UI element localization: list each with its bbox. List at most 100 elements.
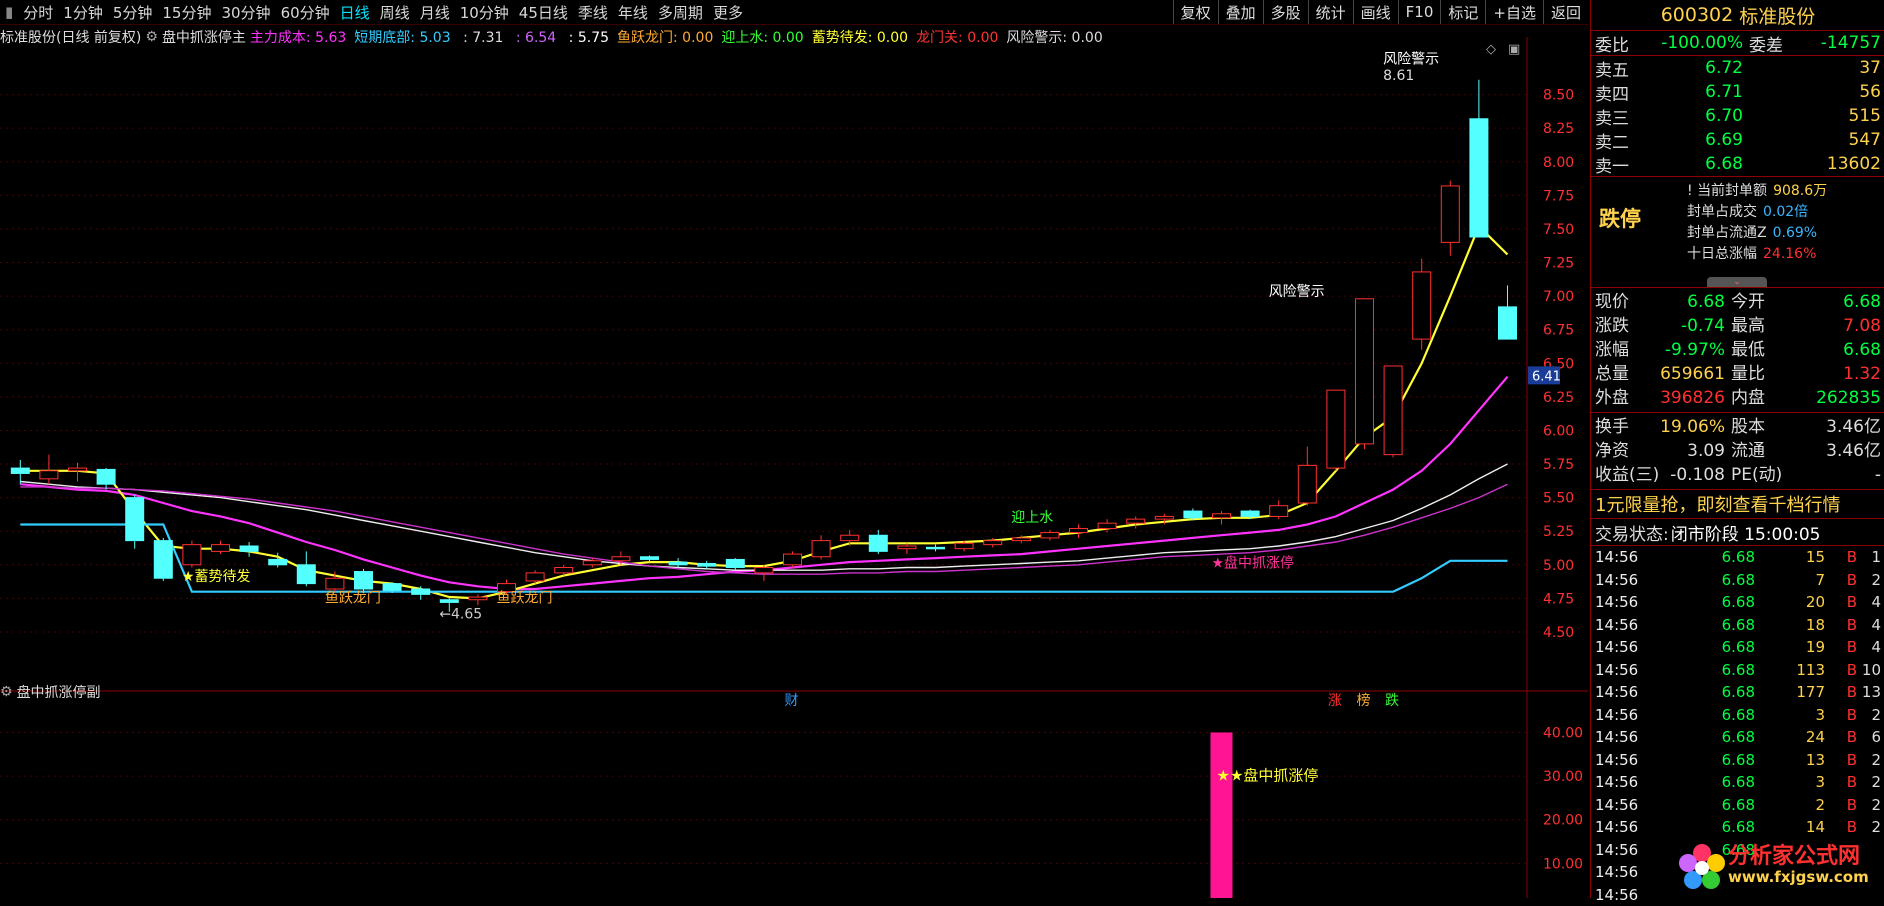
candle-body[interactable] bbox=[355, 572, 373, 589]
candle-body[interactable] bbox=[984, 541, 1002, 545]
candle-body[interactable] bbox=[69, 468, 87, 471]
event-badge[interactable]: 榜 bbox=[1357, 692, 1371, 709]
tick-time: 14:56 bbox=[1595, 661, 1685, 679]
candle-body[interactable] bbox=[1470, 119, 1488, 237]
candle-body[interactable] bbox=[469, 597, 487, 600]
timeframe-tab[interactable]: 多周期 bbox=[653, 2, 708, 23]
candle-body[interactable] bbox=[240, 546, 258, 551]
sell-level-row[interactable]: 卖五6.7237 bbox=[1591, 56, 1884, 80]
candle-body[interactable] bbox=[784, 554, 802, 565]
candle-body[interactable] bbox=[269, 559, 287, 564]
candle-body[interactable] bbox=[412, 589, 430, 594]
candle-body[interactable] bbox=[583, 561, 601, 565]
candle-body[interactable] bbox=[326, 578, 344, 589]
timeframe-tab[interactable]: 周线 bbox=[375, 2, 415, 23]
tool-button[interactable]: 标记 bbox=[1440, 0, 1485, 24]
sell-level-row[interactable]: 卖四6.7156 bbox=[1591, 80, 1884, 104]
candle-body[interactable] bbox=[1384, 366, 1402, 455]
expand-chevron-icon[interactable]: ⌄ bbox=[1707, 277, 1767, 287]
candle-body[interactable] bbox=[1155, 516, 1173, 519]
candle-body[interactable] bbox=[698, 563, 716, 566]
candle-body[interactable] bbox=[1070, 529, 1088, 533]
tick-price: 6.68 bbox=[1685, 593, 1755, 611]
candle-body[interactable] bbox=[126, 498, 144, 541]
candle-body[interactable] bbox=[1413, 272, 1431, 339]
candle-body[interactable] bbox=[1127, 519, 1145, 523]
candle-body[interactable] bbox=[383, 584, 401, 591]
tool-button[interactable]: 多股 bbox=[1263, 0, 1308, 24]
candle-body[interactable] bbox=[812, 541, 830, 557]
candle-body[interactable] bbox=[1012, 538, 1030, 541]
sell-level-row[interactable]: 卖三6.70515 bbox=[1591, 104, 1884, 128]
candle-body[interactable] bbox=[1098, 523, 1116, 528]
tick-time: 14:56 bbox=[1595, 773, 1685, 791]
candle-body[interactable] bbox=[555, 567, 573, 572]
signal-bar[interactable] bbox=[1211, 732, 1233, 898]
promo-banner[interactable]: 1元限量抢，即刻查看千档行情 bbox=[1591, 489, 1884, 518]
candle-body[interactable] bbox=[40, 471, 58, 479]
watermark-title: 分析家公式网 bbox=[1728, 847, 1869, 867]
timeframe-tab[interactable]: 更多 bbox=[708, 2, 748, 23]
candle-body[interactable] bbox=[154, 541, 172, 579]
timeframe-tab[interactable]: 季线 bbox=[573, 2, 613, 23]
tool-button[interactable]: 返回 bbox=[1543, 0, 1588, 24]
candle-body[interactable] bbox=[1441, 186, 1459, 242]
candle-body[interactable] bbox=[669, 562, 687, 565]
candle-body[interactable] bbox=[97, 469, 115, 484]
timeframe-tab[interactable]: 45日线 bbox=[514, 2, 573, 23]
candle-body[interactable] bbox=[726, 559, 744, 567]
candle-body[interactable] bbox=[212, 545, 230, 552]
candle-body[interactable] bbox=[1298, 465, 1316, 503]
candle-body[interactable] bbox=[898, 546, 916, 549]
event-badge[interactable]: 财 bbox=[785, 693, 799, 709]
candle-body[interactable] bbox=[1327, 390, 1345, 468]
timeframe-tab[interactable]: 5分钟 bbox=[108, 2, 158, 23]
quote-value: 6.68 bbox=[1775, 290, 1881, 314]
sell-level-row[interactable]: 卖一6.6813602 bbox=[1591, 152, 1884, 176]
candle-body[interactable] bbox=[927, 547, 945, 549]
diamond-icon[interactable]: ◇ bbox=[1486, 42, 1496, 57]
candle-body[interactable] bbox=[1241, 511, 1259, 516]
event-badge[interactable]: 跌 bbox=[1385, 693, 1399, 709]
candle-body[interactable] bbox=[1213, 514, 1231, 518]
tool-button[interactable]: 叠加 bbox=[1218, 0, 1263, 24]
event-badge[interactable]: 涨 bbox=[1328, 693, 1342, 709]
tool-button[interactable]: 统计 bbox=[1308, 0, 1353, 24]
timeframe-tab[interactable]: 分时 bbox=[18, 2, 58, 23]
timeframe-tab[interactable]: 年线 bbox=[613, 2, 653, 23]
timeframe-tab[interactable]: 10分钟 bbox=[455, 2, 514, 23]
timeframe-tab[interactable]: 月线 bbox=[415, 2, 455, 23]
tool-button[interactable]: +自选 bbox=[1485, 0, 1543, 24]
tick-count: 13 bbox=[1857, 683, 1881, 701]
sub-settings-icon[interactable]: ⚙ bbox=[0, 684, 13, 700]
timeframe-tab[interactable]: 30分钟 bbox=[216, 2, 275, 23]
candle-body[interactable] bbox=[526, 573, 544, 581]
candle-body[interactable] bbox=[11, 468, 29, 473]
candle-body[interactable] bbox=[297, 565, 315, 584]
candle-body[interactable] bbox=[612, 557, 630, 561]
candle-body[interactable] bbox=[841, 535, 859, 540]
candle-body[interactable] bbox=[641, 557, 659, 560]
candle-body[interactable] bbox=[183, 545, 201, 565]
timeframe-tab[interactable]: 60分钟 bbox=[276, 2, 335, 23]
candle-body[interactable] bbox=[869, 535, 887, 551]
timeframe-tab[interactable]: 15分钟 bbox=[157, 2, 216, 23]
candle-body[interactable] bbox=[955, 543, 973, 548]
candle-body[interactable] bbox=[1041, 533, 1059, 538]
candle-body[interactable] bbox=[1499, 307, 1517, 339]
kline-chart[interactable]: 8.508.258.007.757.507.257.006.756.506.25… bbox=[0, 26, 1588, 898]
seal-row: 十日总涨幅24.16% bbox=[1687, 244, 1827, 265]
tool-button[interactable]: 画线 bbox=[1353, 0, 1398, 24]
tool-button[interactable]: 复权 bbox=[1173, 0, 1218, 24]
candle-body[interactable] bbox=[1270, 506, 1288, 517]
tool-button[interactable]: F10 bbox=[1398, 0, 1441, 24]
toolbar-menu-icon[interactable]: ▮ bbox=[0, 3, 18, 21]
candle-body[interactable] bbox=[1356, 299, 1374, 444]
candle-body[interactable] bbox=[1184, 511, 1202, 518]
timeframe-tab[interactable]: 日线 bbox=[335, 2, 375, 23]
candle-body[interactable] bbox=[755, 567, 773, 572]
timeframe-tab[interactable]: 1分钟 bbox=[58, 2, 108, 23]
candle-body[interactable] bbox=[440, 600, 458, 603]
window-icon[interactable]: ▣ bbox=[1508, 42, 1520, 57]
sell-level-row[interactable]: 卖二6.69547 bbox=[1591, 128, 1884, 152]
